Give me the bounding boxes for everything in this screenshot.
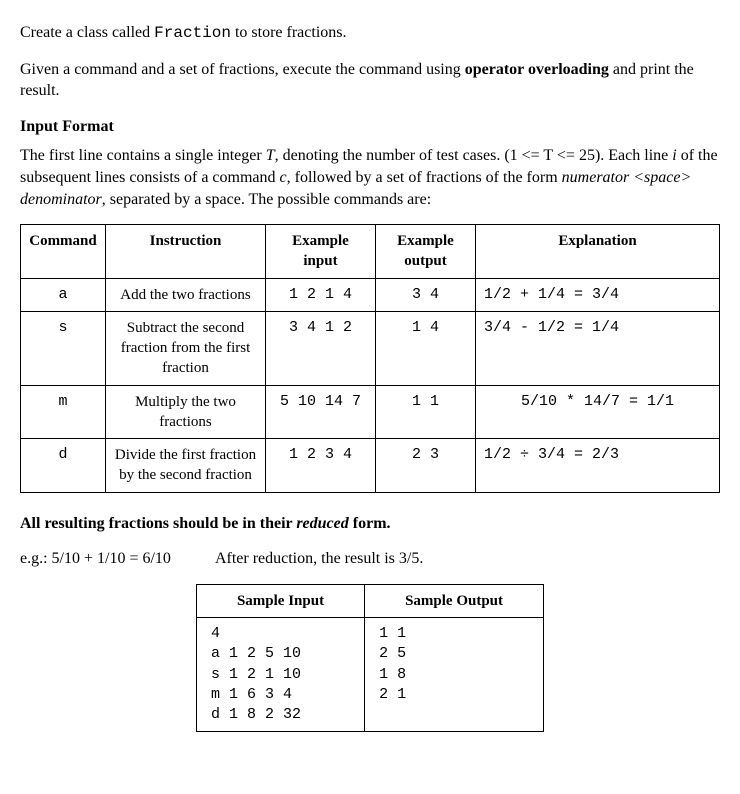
sample-io-table: Sample Input Sample Output 4 a 1 2 5 10 … (196, 584, 544, 733)
cell-example-input: 3 4 1 2 (266, 311, 376, 385)
text: , followed by a set of fractions of the … (287, 169, 562, 186)
cell-explanation: 5/10 * 14/7 = 1/1 (476, 385, 720, 439)
eg-text: e.g.: 5/10 + 1/10 = 6/10 (20, 550, 171, 567)
text: Given a command and a set of fractions, … (20, 61, 465, 78)
cell-example-input: 1 2 1 4 (266, 278, 376, 311)
cell-example-output: 2 3 (376, 439, 476, 493)
cell-explanation: 3/4 - 1/2 = 1/4 (476, 311, 720, 385)
cell-instruction: Add the two fractions (106, 278, 266, 311)
cell-command: s (21, 311, 106, 385)
text: , separated by a space. The possible com… (102, 191, 431, 208)
text: to store fractions. (231, 24, 347, 41)
commands-table: Command Instruction Example input Exampl… (20, 224, 720, 493)
cell-command: d (21, 439, 106, 493)
section-heading-input-format: Input Format (20, 116, 720, 138)
reduced-word: reduced (296, 515, 348, 532)
cell-example-output: 1 1 (376, 385, 476, 439)
table-row: d Divide the first fraction by the secon… (21, 439, 720, 493)
cell-example-input: 1 2 3 4 (266, 439, 376, 493)
text: All resulting fractions should be in the… (20, 515, 296, 532)
table-row: 4 a 1 2 5 10 s 1 2 1 10 m 1 6 3 4 d 1 8 … (196, 618, 543, 732)
bold-phrase: operator overloading (465, 61, 609, 78)
col-instruction: Instruction (106, 225, 266, 279)
col-example-output: Example output (376, 225, 476, 279)
cell-instruction: Multiply the two fractions (106, 385, 266, 439)
text: form. (349, 515, 391, 532)
text: Create a class called (20, 24, 154, 41)
cell-explanation: 1/2 + 1/4 = 3/4 (476, 278, 720, 311)
intro-sentence-2: Given a command and a set of fractions, … (20, 59, 720, 102)
col-explanation: Explanation (476, 225, 720, 279)
cell-example-output: 1 4 (376, 311, 476, 385)
table-row: a Add the two fractions 1 2 1 4 3 4 1/2 … (21, 278, 720, 311)
reduce-note: All resulting fractions should be in the… (20, 513, 720, 535)
cell-instruction: Divide the first fraction by the second … (106, 439, 266, 493)
cell-command: a (21, 278, 106, 311)
table-row: s Subtract the second fraction from the … (21, 311, 720, 385)
col-sample-input: Sample Input (196, 584, 364, 617)
cell-example-input: 5 10 14 7 (266, 385, 376, 439)
after-reduction-text: After reduction, the result is 3/5. (215, 548, 423, 570)
col-sample-output: Sample Output (365, 584, 544, 617)
table-header-row: Sample Input Sample Output (196, 584, 543, 617)
class-name: Fraction (154, 24, 231, 42)
col-example-input: Example input (266, 225, 376, 279)
table-row: m Multiply the two fractions 5 10 14 7 1… (21, 385, 720, 439)
cell-explanation: 1/2 ÷ 3/4 = 2/3 (476, 439, 720, 493)
table-header-row: Command Instruction Example input Exampl… (21, 225, 720, 279)
var-T: T (266, 147, 275, 164)
cell-example-output: 3 4 (376, 278, 476, 311)
cell-command: m (21, 385, 106, 439)
intro-sentence-1: Create a class called Fraction to store … (20, 22, 720, 45)
sample-input-cell: 4 a 1 2 5 10 s 1 2 1 10 m 1 6 3 4 d 1 8 … (196, 618, 364, 732)
var-c: c (280, 169, 287, 186)
cell-instruction: Subtract the second fraction from the fi… (106, 311, 266, 385)
col-command: Command (21, 225, 106, 279)
text: The first line contains a single integer (20, 147, 266, 164)
text: , denoting the number of test cases. (1 … (275, 147, 673, 164)
input-format-paragraph: The first line contains a single integer… (20, 145, 720, 210)
reduce-example: e.g.: 5/10 + 1/10 = 6/10 After reduction… (20, 548, 720, 570)
sample-output-cell: 1 1 2 5 1 8 2 1 (365, 618, 544, 732)
